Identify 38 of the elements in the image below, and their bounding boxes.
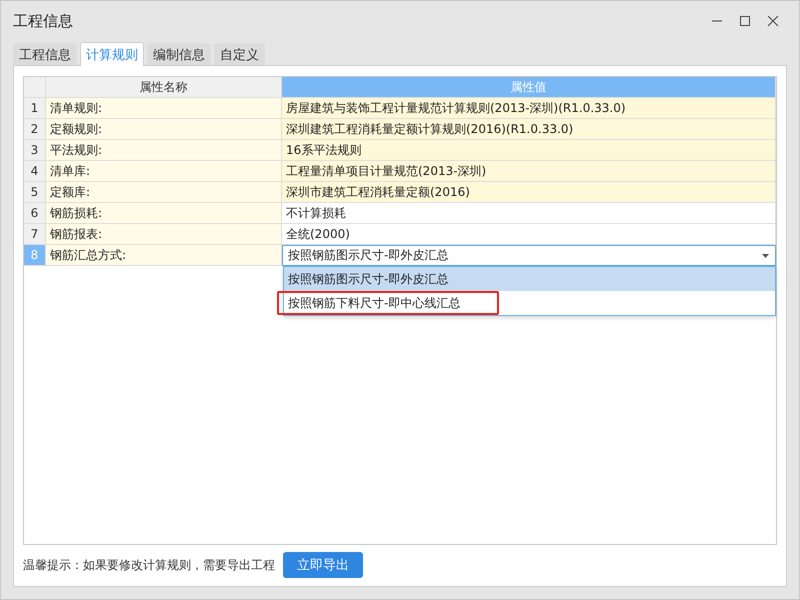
row-number: 4	[24, 161, 46, 182]
property-name: 定额规则:	[46, 119, 282, 140]
row-number: 7	[24, 224, 46, 245]
property-name: 钢筋汇总方式:	[46, 245, 282, 266]
property-name: 平法规则:	[46, 140, 282, 161]
property-value: 深圳建筑工程消耗量定额计算规则(2016)(R1.0.33.0)	[282, 119, 776, 140]
property-name: 清单库:	[46, 161, 282, 182]
hint-text: 温馨提示：如果要修改计算规则，需要导出工程	[23, 556, 275, 574]
row-number: 5	[24, 182, 46, 203]
row-number: 1	[24, 98, 46, 119]
property-value: 全统(2000)	[282, 224, 776, 245]
property-name: 清单规则:	[46, 98, 282, 119]
close-icon	[767, 15, 779, 27]
maximize-icon	[739, 15, 751, 27]
property-value: 房屋建筑与装饰工程计量规范计算规则(2013-深圳)(R1.0.33.0)	[282, 98, 776, 119]
tab[interactable]: 工程信息	[13, 43, 77, 65]
export-button[interactable]: 立即导出	[283, 552, 363, 578]
property-name: 定额库:	[46, 182, 282, 203]
row-number: 2	[24, 119, 46, 140]
column-header: 属性值	[282, 77, 776, 98]
row-number: 3	[24, 140, 46, 161]
tab[interactable]: 自定义	[214, 43, 265, 65]
tab[interactable]: 编制信息	[147, 43, 211, 65]
window-title: 工程信息	[13, 12, 74, 30]
property-name: 钢筋损耗:	[46, 203, 282, 224]
property-value: 深圳市建筑工程消耗量定额(2016)	[282, 182, 776, 203]
property-value: 16系平法规则	[282, 140, 776, 161]
value-dropdown[interactable]: 按照钢筋图示尺寸-即外皮汇总	[282, 245, 776, 266]
dropdown-option[interactable]: 按照钢筋图示尺寸-即外皮汇总	[284, 267, 775, 291]
caret-icon	[762, 254, 769, 258]
row-number: 6	[24, 203, 46, 224]
row-number: 8	[24, 245, 46, 266]
tab[interactable]: 计算规则	[80, 42, 144, 66]
corner-cell	[24, 77, 46, 98]
property-name: 钢筋报表:	[46, 224, 282, 245]
column-header: 属性名称	[46, 77, 282, 98]
property-value: 工程量清单项目计量规范(2013-深圳)	[282, 161, 776, 182]
property-value: 不计算损耗	[282, 203, 776, 224]
